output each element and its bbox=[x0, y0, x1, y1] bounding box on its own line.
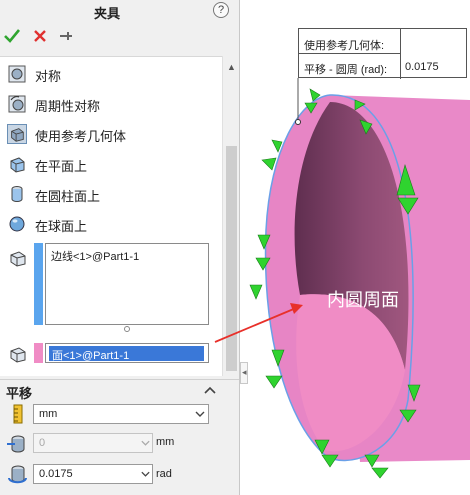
callout-label: 平移 - 圆周 (rad): bbox=[304, 64, 388, 76]
inner-face-annotation: 内圆周面 bbox=[327, 290, 399, 310]
leader-anchor-dot bbox=[295, 119, 301, 125]
callout-title: 使用参考几何体: bbox=[304, 40, 385, 52]
callout-row-line bbox=[299, 53, 400, 54]
callout-value: 0.0175 bbox=[405, 61, 439, 73]
callout-divider bbox=[400, 29, 401, 79]
fixture-callout-box: 使用参考几何体: 平移 - 圆周 (rad): 0.0175 bbox=[298, 28, 467, 79]
